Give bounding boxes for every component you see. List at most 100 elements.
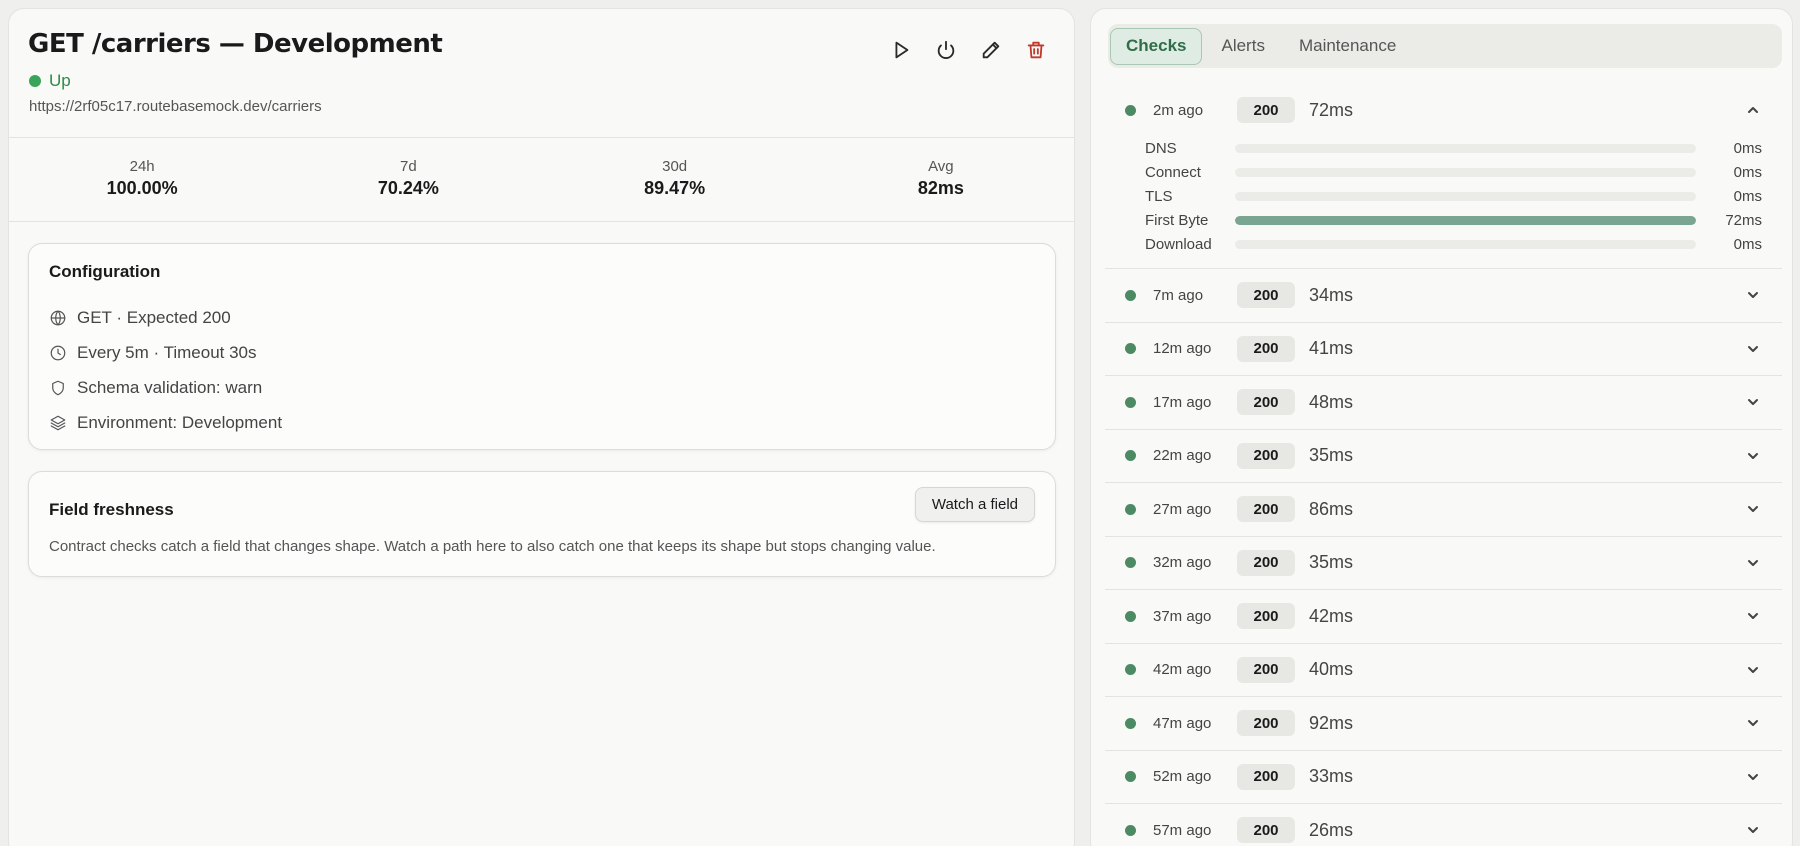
check-duration: 35ms [1309, 552, 1354, 573]
check-row: 32m ago 200 35ms [1105, 537, 1782, 590]
check-row: 12m ago 200 41ms [1105, 323, 1782, 376]
chevron-down-icon[interactable] [1746, 609, 1760, 623]
status-dot [29, 75, 41, 87]
chevron-down-icon[interactable] [1746, 395, 1760, 409]
check-row: 47m ago 200 92ms [1105, 697, 1782, 751]
check-row-header[interactable]: 7m ago 200 34ms [1105, 269, 1782, 322]
status-indicator: Up [29, 71, 71, 91]
watch-field-button[interactable]: Watch a field [914, 487, 1035, 522]
chevron-down-icon[interactable] [1746, 663, 1760, 677]
check-row: 37m ago 200 42ms [1105, 590, 1782, 644]
check-row-header[interactable]: 57m ago 200 26ms [1105, 804, 1782, 846]
check-duration: 40ms [1309, 659, 1354, 680]
timing-label: Connect [1145, 163, 1201, 181]
pencil-icon [982, 41, 999, 58]
check-row-header[interactable]: 42m ago 200 40ms [1105, 644, 1782, 697]
check-status-dot [1125, 503, 1136, 515]
check-time: 37m ago [1153, 607, 1212, 625]
check-time: 7m ago [1153, 286, 1204, 304]
timing-bar [1235, 191, 1696, 201]
check-status-dot [1125, 771, 1136, 783]
configuration-title: Configuration [49, 262, 161, 281]
check-status-dot [1125, 717, 1136, 729]
chevron-down-icon[interactable] [1746, 716, 1760, 730]
check-time: 52m ago [1153, 768, 1212, 786]
check-time: 2m ago [1153, 101, 1204, 119]
check-row-header[interactable]: 2m ago 200 72ms [1105, 84, 1782, 136]
tab-maintenance[interactable]: Maintenance [1284, 28, 1411, 65]
stat-label: 24h [129, 158, 155, 175]
check-time: 27m ago [1153, 500, 1212, 518]
chevron-up-icon[interactable] [1746, 103, 1760, 117]
chevron-down-icon[interactable] [1746, 342, 1760, 356]
field-freshness-title: Field freshness [49, 500, 174, 519]
check-status-dot [1125, 396, 1136, 408]
check-row-header[interactable]: 32m ago 200 35ms [1105, 537, 1782, 590]
check-status-dot [1125, 289, 1136, 301]
chevron-down-icon[interactable] [1746, 770, 1760, 784]
check-status-dot [1125, 343, 1136, 355]
check-row-header[interactable]: 27m ago 200 86ms [1105, 483, 1782, 536]
pause-monitor-button[interactable] [933, 37, 958, 62]
timing-value: 72ms [1725, 211, 1762, 229]
chevron-down-icon[interactable] [1746, 288, 1760, 302]
check-time: 32m ago [1153, 554, 1212, 572]
check-status-dot [1125, 450, 1136, 462]
clock-icon [50, 345, 66, 360]
status-code-badge: 200 [1237, 496, 1295, 523]
check-row-header[interactable]: 12m ago 200 41ms [1105, 323, 1782, 376]
stat-value: 89.47% [644, 178, 706, 198]
chevron-down-icon[interactable] [1746, 449, 1760, 463]
check-row: 57m ago 200 26ms [1105, 804, 1782, 846]
chevron-down-icon[interactable] [1746, 502, 1760, 516]
timing-label: First Byte [1145, 211, 1209, 229]
timing-row: DNS 0ms [1105, 136, 1782, 160]
timing-bar [1235, 239, 1696, 249]
check-duration: 35ms [1309, 445, 1354, 466]
check-row-header[interactable]: 47m ago 200 92ms [1105, 697, 1782, 750]
checks-list: 2m ago 200 72ms DNS 0ms Connect 0ms TLS 0ms Fi… [1105, 84, 1782, 846]
config-text: Environment: Development [77, 412, 283, 432]
check-duration: 72ms [1309, 99, 1354, 120]
status-code-badge: 200 [1237, 442, 1295, 469]
check-time: 17m ago [1153, 393, 1212, 411]
tab-checks[interactable]: Checks [1110, 27, 1203, 65]
activity-panel: Checks Alerts Maintenance 2m ago 200 72m… [1090, 8, 1793, 846]
delete-monitor-button[interactable] [1023, 37, 1048, 62]
monitor-detail-panel: GET /carriers — Development Up https://2… [8, 8, 1075, 846]
status-code-badge: 200 [1237, 335, 1295, 362]
timing-value: 0ms [1733, 139, 1762, 157]
stat-label: 7d [400, 158, 417, 175]
timing-bar [1235, 215, 1696, 225]
status-code-badge: 200 [1237, 549, 1295, 576]
check-duration: 48ms [1309, 391, 1354, 412]
timing-bar [1235, 143, 1696, 153]
check-row-header[interactable]: 52m ago 200 33ms [1105, 751, 1782, 804]
check-row-header[interactable]: 17m ago 200 48ms [1105, 376, 1782, 429]
tab-alerts[interactable]: Alerts [1206, 28, 1279, 65]
timing-label: TLS [1145, 187, 1173, 205]
stat-30d: 30d 89.47% [542, 138, 808, 221]
uptime-stats: 24h 100.00% 7d 70.24% 30d 89.47% Avg 82m… [9, 138, 1074, 222]
check-time: 47m ago [1153, 714, 1212, 732]
check-duration: 34ms [1309, 284, 1354, 305]
field-freshness-description: Contract checks catch a field that chang… [49, 538, 936, 555]
edit-monitor-button[interactable] [978, 37, 1003, 62]
check-time: 12m ago [1153, 340, 1212, 358]
config-text: Schema validation: warn [77, 377, 263, 397]
check-duration: 41ms [1309, 338, 1354, 359]
status-code-badge: 200 [1237, 97, 1295, 123]
check-row-header[interactable]: 37m ago 200 42ms [1105, 590, 1782, 643]
chevron-down-icon[interactable] [1746, 556, 1760, 570]
stat-24h: 24h 100.00% [9, 138, 275, 221]
header-actions [888, 37, 1048, 62]
config-method: GET · Expected 200 [49, 300, 282, 335]
check-status-dot [1125, 824, 1136, 836]
run-check-button[interactable] [888, 37, 913, 62]
check-row-header[interactable]: 22m ago 200 35ms [1105, 430, 1782, 483]
check-status-dot [1125, 104, 1136, 116]
timing-value: 0ms [1733, 163, 1762, 181]
endpoint-url: https://2rf05c17.routebasemock.dev/carri… [29, 98, 322, 115]
timing-value: 0ms [1733, 235, 1762, 253]
chevron-down-icon[interactable] [1746, 823, 1760, 837]
